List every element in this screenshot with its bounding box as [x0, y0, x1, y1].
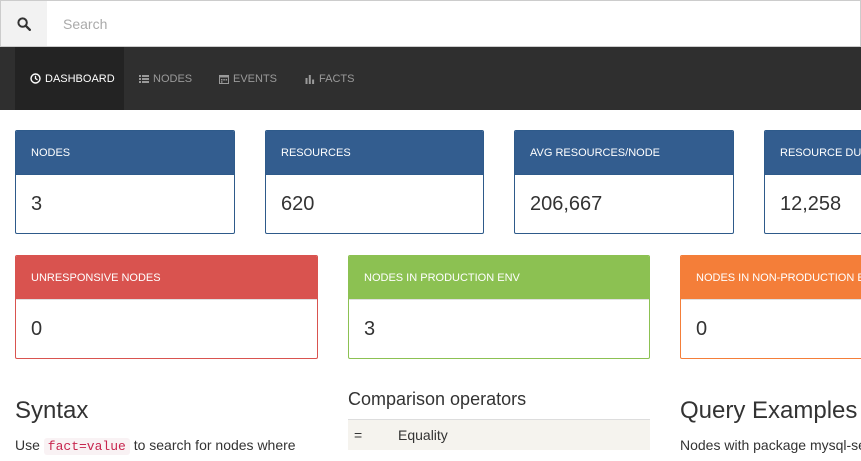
stat-panel-heading: NODES: [16, 131, 234, 174]
stat-panel-value: 206,667: [515, 174, 733, 233]
search-icon: [17, 16, 31, 31]
stat-panel-avg-resources[interactable]: AVG RESOURCES/NODE 206,667: [514, 130, 734, 234]
search-button[interactable]: [0, 0, 48, 47]
syntax-text-prefix: Use: [15, 437, 40, 453]
calendar-icon: [219, 74, 229, 84]
stat-panel-heading: RESOURCES: [266, 131, 483, 174]
nav-dashboard-label: DASHBOARD: [45, 72, 115, 85]
syntax-text: Use fact=value to search for nodes where: [15, 435, 296, 457]
stat-panel-production[interactable]: NODES IN PRODUCTION ENV 3: [348, 255, 650, 359]
bar-chart-icon: [305, 74, 315, 84]
stat-panel-value: 3: [349, 299, 649, 358]
operators-table: = Equality: [348, 419, 650, 450]
stat-panel-heading: UNRESPONSIVE NODES: [16, 256, 317, 299]
stat-panel-non-production[interactable]: NODES IN NON-PRODUCTION EN 0: [680, 255, 861, 359]
operators-heading: Comparison operators: [348, 389, 527, 409]
main-navbar: DASHBOARD NODES EVENTS FACTS: [0, 47, 861, 110]
stat-panel-resource-dupl[interactable]: RESOURCE DUPL 12,258: [764, 130, 861, 234]
stat-panel-value: 3: [16, 174, 234, 233]
nav-facts[interactable]: FACTS: [305, 47, 354, 110]
stat-panel-unresponsive[interactable]: UNRESPONSIVE NODES 0: [15, 255, 318, 359]
search-bar: [0, 0, 861, 47]
stat-panel-heading: NODES IN PRODUCTION ENV: [349, 256, 649, 299]
stat-panel-heading: AVG RESOURCES/NODE: [515, 131, 733, 174]
clock-icon: [30, 73, 41, 84]
nav-nodes[interactable]: NODES: [139, 47, 192, 110]
stat-panel-value: 12,258: [765, 174, 861, 233]
stat-panel-heading: NODES IN NON-PRODUCTION EN: [681, 256, 861, 299]
stat-panel-nodes[interactable]: NODES 3: [15, 130, 235, 234]
table-row: = Equality: [348, 419, 650, 450]
query-examples-heading: Query Examples: [680, 397, 858, 424]
operator-symbol: =: [348, 419, 398, 450]
syntax-text-suffix: to search for nodes where: [133, 437, 296, 453]
stat-panel-value: 0: [16, 299, 317, 358]
stat-panel-value: 620: [266, 174, 483, 233]
syntax-heading: Syntax: [15, 397, 89, 424]
nav-nodes-label: NODES: [153, 72, 193, 85]
query-example-text: Nodes with package mysql-se: [680, 437, 861, 453]
nav-facts-label: FACTS: [319, 72, 355, 85]
syntax-code: fact=value: [43, 438, 130, 455]
nav-events-label: EVENTS: [233, 72, 278, 85]
operator-meaning: Equality: [398, 419, 650, 450]
search-input[interactable]: [47, 0, 861, 47]
stat-panel-heading: RESOURCE DUPL: [765, 131, 861, 174]
stat-panel-resources[interactable]: RESOURCES 620: [265, 130, 484, 234]
stat-panel-value: 0: [681, 299, 861, 358]
nav-dashboard[interactable]: DASHBOARD: [15, 47, 124, 110]
nav-events[interactable]: EVENTS: [219, 47, 277, 110]
list-icon: [139, 74, 149, 83]
